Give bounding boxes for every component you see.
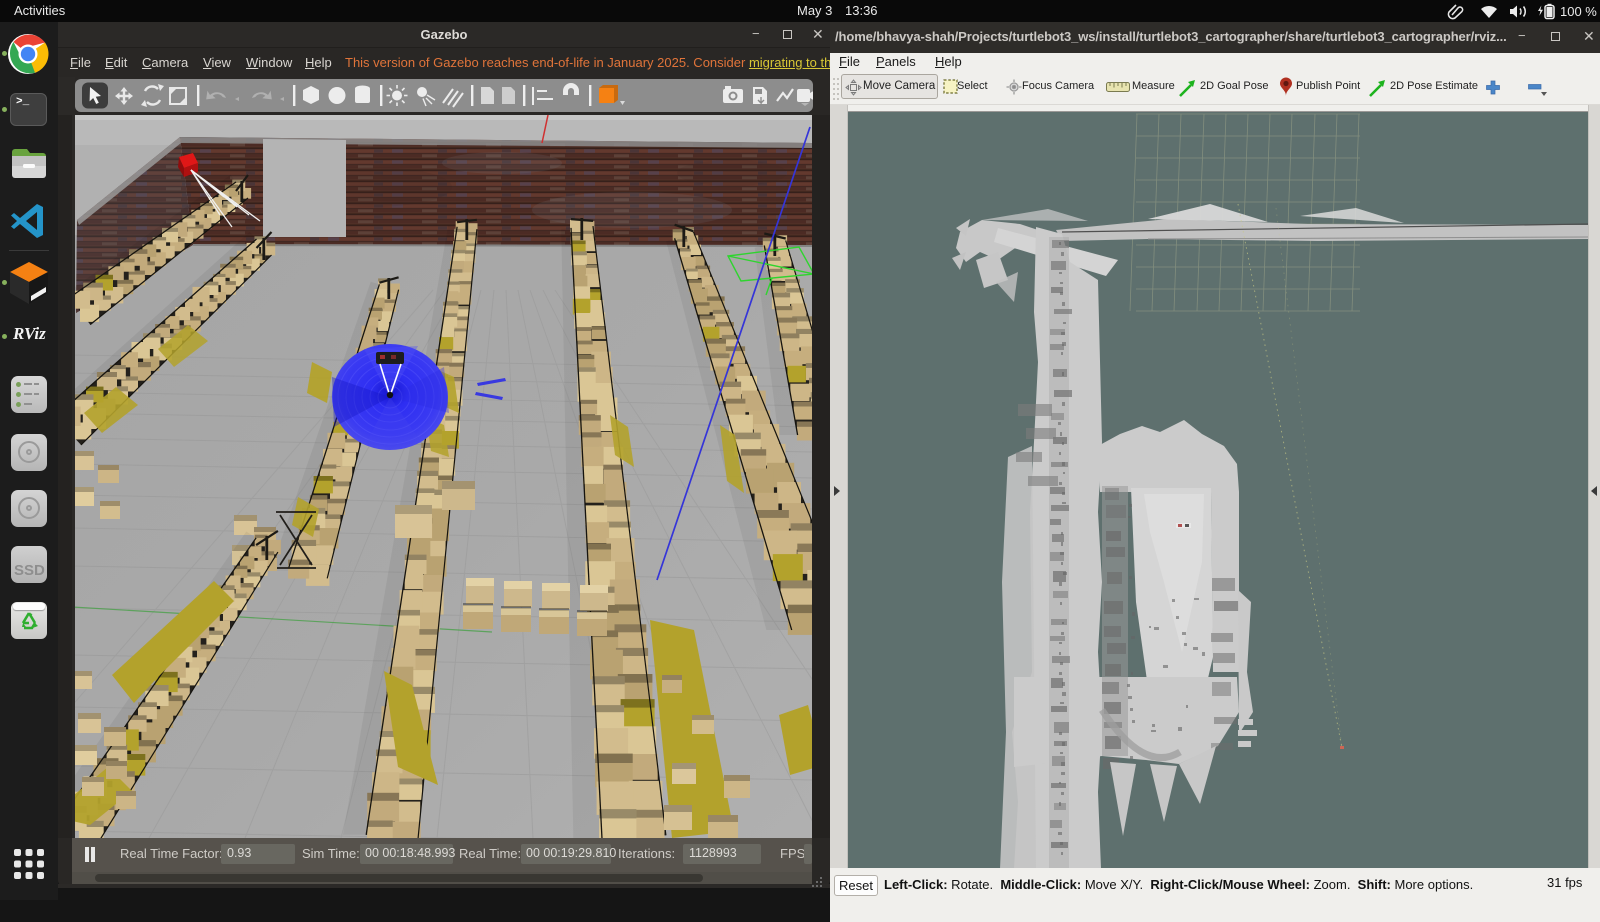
svg-text:100 %: 100 % xyxy=(1560,4,1597,19)
